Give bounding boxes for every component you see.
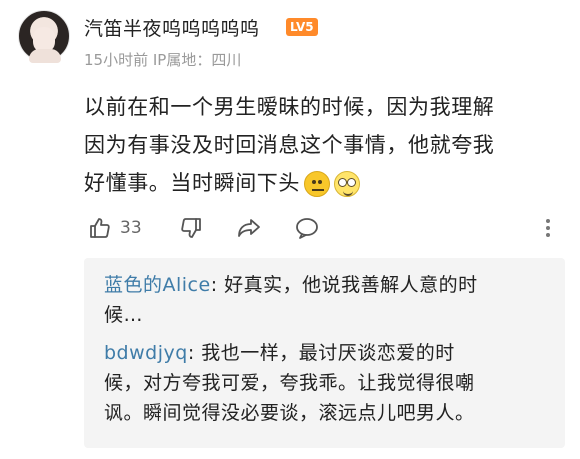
level-badge: LV5 [286, 18, 318, 36]
user-avatar[interactable] [18, 10, 70, 63]
dizzy-face-emoji [334, 171, 360, 197]
reply-item[interactable]: 蓝色的Alice: 好真实，他说我善解人意的时 候… [104, 270, 554, 330]
comment-username[interactable]: 汽笛半夜呜呜呜呜呜 [84, 14, 260, 41]
reply-text: : 好真实，他说我善解人意的时 [210, 274, 478, 296]
comment-line: 以前在和一个男生暧昧的时候，因为我理解 [84, 95, 495, 119]
comment-line: 因为有事没及时回消息这个事情，他就夸我 [84, 133, 495, 157]
comment-line-text: 好懂事。当时瞬间下头 [84, 171, 300, 195]
more-vertical-icon [546, 219, 550, 237]
reply-line: 候… [104, 304, 144, 326]
reply-item[interactable]: bdwdjyq: 我也一样，最讨厌谈恋爱的时 候，对方夸我可爱，夸我乖。让我觉得… [104, 338, 554, 428]
comment-content: 以前在和一个男生暧昧的时候，因为我理解 因为有事没及时回消息这个事情，他就夸我 … [84, 88, 564, 202]
reply-line: 蓝色的Alice: 好真实，他说我善解人意的时 [104, 270, 554, 300]
reply-button[interactable] [294, 213, 320, 243]
like-button[interactable]: 33 [88, 213, 142, 243]
thumbs-down-icon [181, 218, 201, 238]
thumbs-up-icon [90, 218, 110, 238]
comment-actions: 33 [84, 213, 564, 243]
replies-panel: 蓝色的Alice: 好真实，他说我善解人意的时 候… bdwdjyq: 我也一样… [84, 258, 565, 448]
more-options-button[interactable] [543, 213, 553, 243]
share-button[interactable] [236, 213, 262, 243]
neutral-face-emoji [304, 171, 330, 197]
comment-meta: 15小时前 IP属地：四川 [84, 51, 242, 69]
reply-line: 候，对方夸我可爱，夸我乖。让我觉得很嘲 [104, 372, 475, 394]
dislike-button[interactable] [179, 213, 203, 243]
reply-author[interactable]: 蓝色的Alice [104, 274, 211, 296]
reply-author[interactable]: bdwdjyq [104, 342, 188, 364]
comment-bubble-icon [296, 218, 318, 239]
share-icon [238, 219, 260, 237]
reply-line: bdwdjyq: 我也一样，最讨厌谈恋爱的时 [104, 338, 554, 368]
reply-line: 讽。瞬间觉得没必要谈，滚远点儿吧男人。 [104, 402, 475, 424]
avatar-shoulder [29, 49, 61, 63]
like-count: 33 [120, 218, 142, 238]
reply-text: : 我也一样，最讨厌谈恋爱的时 [187, 342, 455, 364]
comment-line: 好懂事。当时瞬间下头 [84, 164, 564, 202]
